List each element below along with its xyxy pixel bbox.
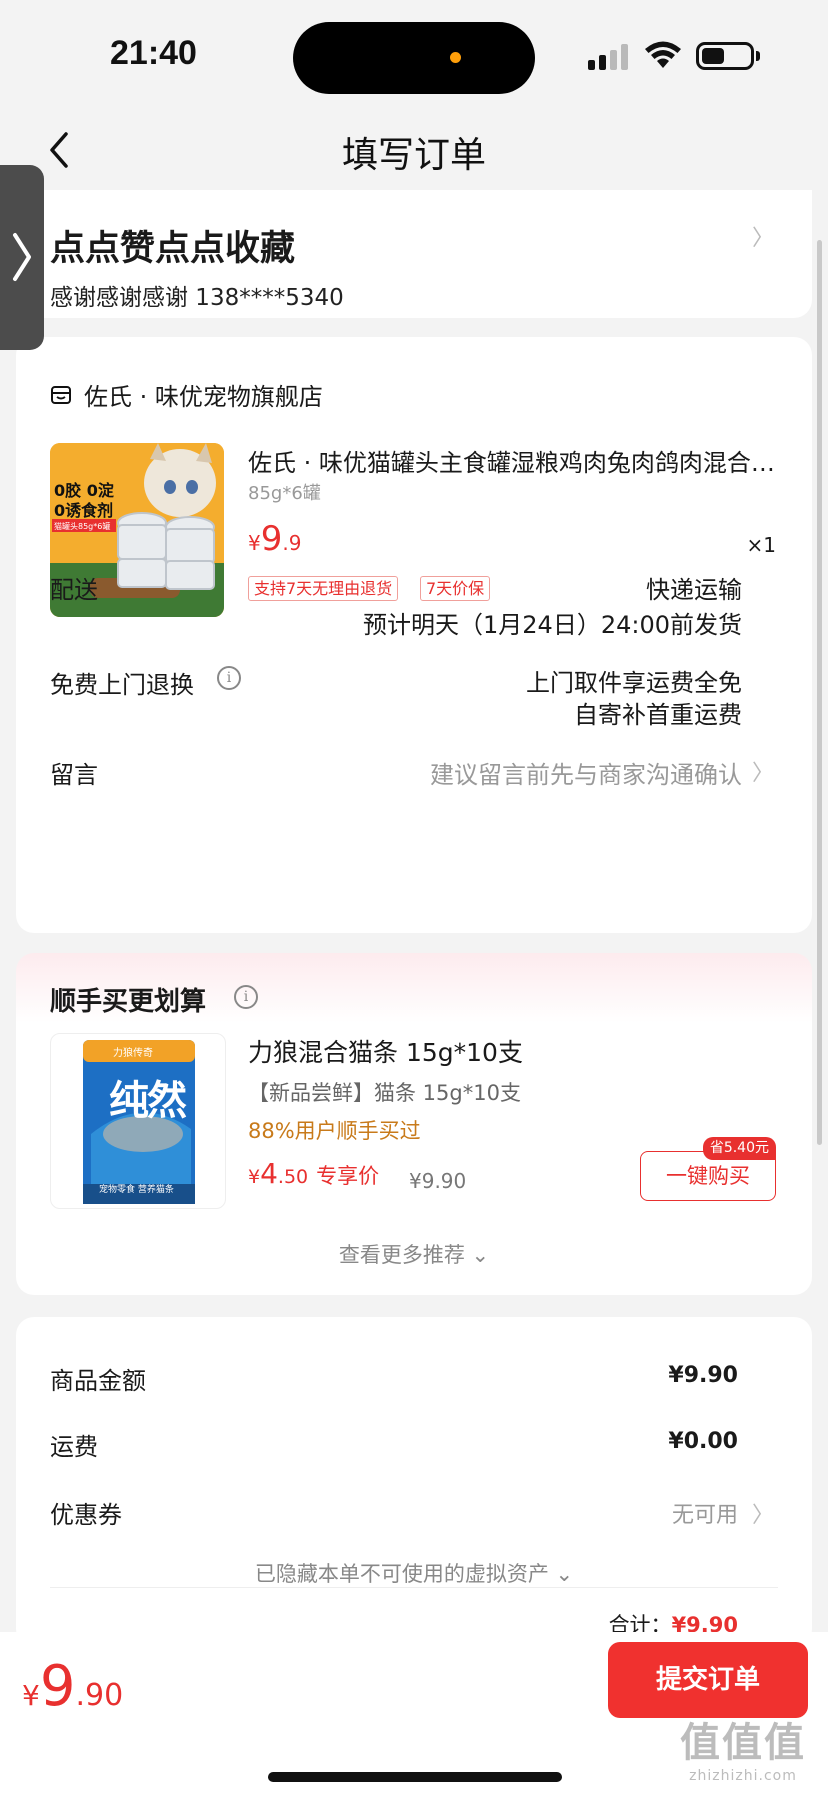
coupon-label: 优惠券	[50, 1501, 122, 1529]
info-icon[interactable]: i	[234, 985, 258, 1009]
battery-cap	[756, 51, 760, 61]
recipient-contact: 感谢感谢感谢 138****5340	[50, 285, 344, 311]
free-return-label: 免费上门退换	[50, 671, 194, 699]
shipping-value: ¥0.00	[668, 1429, 738, 1454]
product-image-text: 0胶 0淀 0诱食剂	[54, 481, 114, 520]
scrollbar[interactable]	[817, 240, 822, 1145]
goods-amount-label: 商品金额	[50, 1367, 146, 1395]
watermark: 值值值 zhizhizhi.com	[680, 1720, 806, 1784]
product-quantity: ×1	[746, 533, 776, 557]
recommendation-price: ¥4.50 专享价	[248, 1157, 380, 1190]
chevron-down-icon: ⌄	[471, 1243, 490, 1267]
product-image-caption: 猫罐头85g*6罐	[54, 522, 111, 531]
recommendation-original-price: ¥9.90	[409, 1169, 467, 1193]
product-price: ¥9.9	[248, 519, 302, 559]
chevron-down-icon: ⌄	[555, 1562, 574, 1586]
price-protect-tag: 7天价保	[420, 576, 491, 601]
free-return-line1: 上门取件享运费全免	[526, 669, 742, 697]
chevron-right-icon: 〉	[751, 1503, 774, 1528]
product-title[interactable]: 佐氏 · 味优猫罐头主食罐湿粮鸡肉兔肉鸽肉混合口味	[248, 443, 788, 478]
dynamic-island	[293, 22, 535, 94]
status-bar: 21:40	[0, 0, 828, 110]
checkout-total-price: ¥9.90	[22, 1654, 124, 1719]
save-badge: 省5.40元	[702, 1137, 776, 1160]
more-recommendations-link[interactable]: 查看更多推荐 ⌄	[16, 1239, 812, 1269]
recommendation-image-caption: 宠物零食 营养猫条	[99, 1185, 174, 1195]
side-drawer-handle[interactable]	[0, 165, 44, 350]
price-summary-card: 商品金额 ¥9.90 运费 ¥0.00 优惠券 无可用 〉 已隐藏本单不可使用的…	[16, 1317, 812, 1647]
recommendation-image[interactable]: 力狼传奇 纯然 宠物零食 营养猫条	[50, 1033, 226, 1209]
recommendation-users: 88%用户顺手买过	[248, 1119, 421, 1143]
wifi-icon	[645, 41, 681, 68]
product-spec: 85g*6罐	[248, 483, 321, 504]
nav-bar: 填写订单	[0, 110, 828, 190]
recommendation-name[interactable]: 力狼混合猫条 15g*10支	[248, 1033, 523, 1069]
shop-header[interactable]: 佐氏 · 味优宠物旗舰店	[50, 377, 323, 412]
recommendation-subtitle: 【新品尝鲜】猫条 15g*10支	[248, 1081, 521, 1105]
recommendation-card: 顺手买更划算 i 力狼传奇 纯然 宠物零食 营养猫条 力狼混合猫条 15g*10…	[16, 953, 812, 1295]
delivery-label: 配送	[50, 576, 98, 604]
home-indicator	[268, 1772, 562, 1782]
chevron-right-icon: 〉	[751, 761, 774, 786]
status-time: 21:40	[110, 34, 197, 72]
chevron-right-icon	[13, 233, 31, 281]
page-title: 填写订单	[341, 135, 486, 176]
free-return-line2: 自寄补首重运费	[574, 701, 742, 729]
recommendation-image-title: 纯然	[109, 1078, 187, 1124]
delivery-method[interactable]: 快递运输	[646, 570, 742, 605]
chevron-right-icon: 〉	[751, 226, 774, 251]
recording-indicator-icon	[450, 52, 461, 63]
recommendation-title: 顺手买更划算	[50, 987, 207, 1017]
submit-order-button[interactable]: 提交订单	[608, 1642, 808, 1718]
store-icon	[51, 385, 71, 404]
coupon-value[interactable]: 无可用	[672, 1497, 738, 1529]
divider	[50, 1587, 778, 1588]
order-card: 佐氏 · 味优宠物旗舰店 0胶 0淀 0诱食剂 猫罐头85g*6罐 佐氏 · 味…	[16, 337, 812, 933]
shop-name: 佐氏 · 味优宠物旗舰店	[84, 383, 323, 411]
goods-amount-value: ¥9.90	[668, 1363, 738, 1388]
shipping-label: 运费	[50, 1433, 98, 1461]
cellular-signal-icon	[588, 44, 630, 70]
delivery-eta: 预计明天（1月24日）24:00前发货	[363, 611, 742, 639]
battery-icon	[696, 42, 754, 70]
message-input[interactable]: 建议留言前先与商家沟通确认	[430, 755, 742, 790]
recommendation-image-brand: 力狼传奇	[113, 1048, 153, 1059]
message-label: 留言	[50, 761, 98, 789]
info-icon[interactable]: i	[217, 666, 241, 690]
recipient-name: 点点赞点点收藏	[50, 229, 296, 269]
hidden-assets-toggle[interactable]: 已隐藏本单不可使用的虚拟资产 ⌄	[16, 1558, 812, 1588]
return-policy-tag: 支持7天无理由退货	[248, 576, 399, 601]
